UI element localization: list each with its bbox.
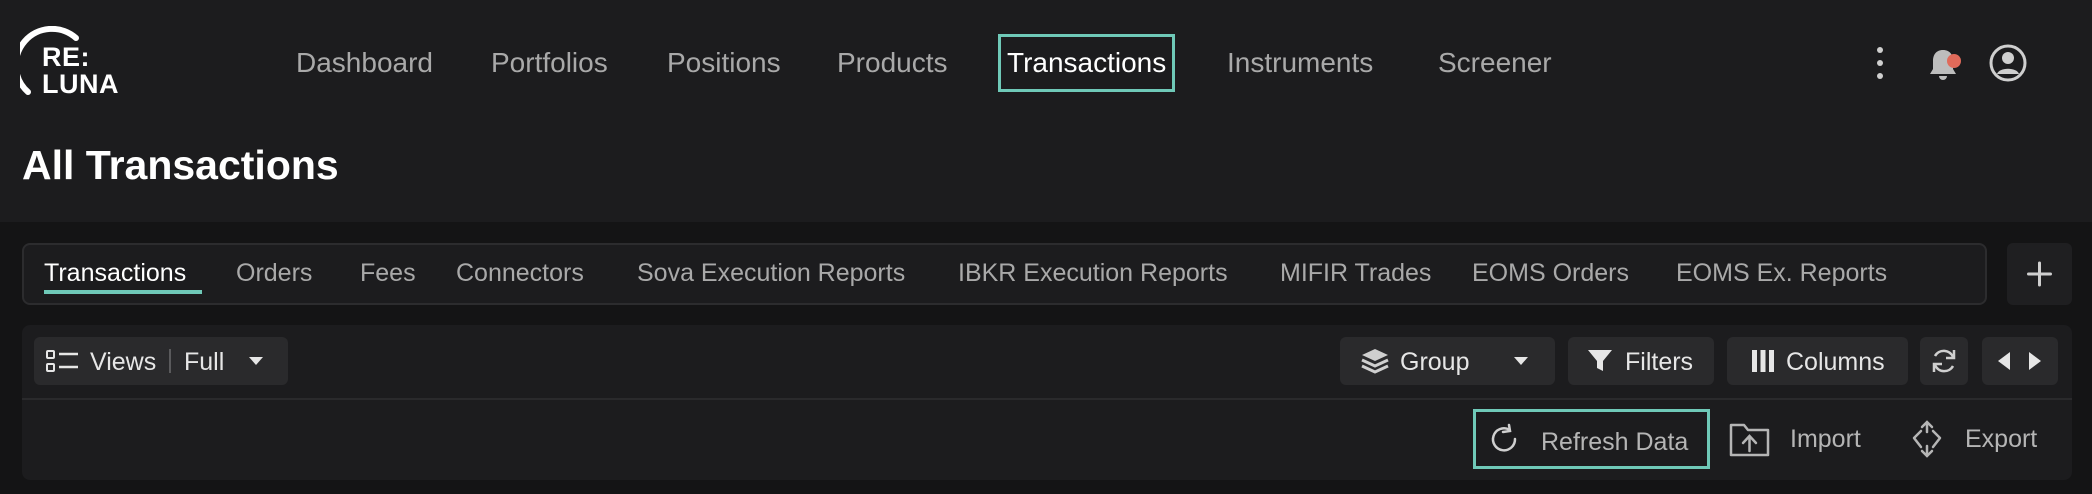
- views-value: Full: [184, 348, 225, 376]
- bell-icon[interactable]: [1925, 44, 1965, 84]
- columns-icon: [1752, 350, 1774, 372]
- refresh-data-button[interactable]: Refresh Data: [1473, 409, 1710, 469]
- sync-icon: [1932, 349, 1956, 373]
- subtab-bar: Transactions Orders Fees Connectors Sova…: [22, 243, 1987, 305]
- caret-right-icon[interactable]: [2028, 351, 2042, 371]
- refresh-icon: [1491, 423, 1517, 452]
- folder-upload-icon: [1729, 423, 1770, 457]
- more-vertical-icon[interactable]: [1870, 45, 1890, 81]
- subtab-connectors[interactable]: Connectors: [456, 259, 584, 288]
- views-separator: [169, 349, 171, 373]
- export-button[interactable]: Export: [1907, 409, 2047, 469]
- export-label: Export: [1965, 425, 2038, 453]
- nav-item-instruments[interactable]: Instruments: [1227, 34, 1373, 92]
- export-icon: [1912, 420, 1942, 458]
- logo-text: RE: LUNA: [42, 42, 119, 99]
- nav-item-dashboard[interactable]: Dashboard: [296, 34, 433, 92]
- filter-icon: [1588, 350, 1612, 371]
- nav-item-screener[interactable]: Screener: [1438, 34, 1552, 92]
- scroll-columns-control[interactable]: [1982, 337, 2058, 385]
- subtab-ibkr-execution-reports[interactable]: IBKR Execution Reports: [958, 259, 1228, 288]
- nav-item-transactions[interactable]: Transactions: [998, 34, 1176, 92]
- layers-icon: [1361, 349, 1389, 374]
- views-dropdown[interactable]: Views Full: [34, 337, 288, 385]
- plus-icon: [2027, 261, 2052, 287]
- subtab-sova-execution-reports[interactable]: Sova Execution Reports: [637, 259, 905, 288]
- subtab-fees[interactable]: Fees: [360, 259, 416, 288]
- chevron-down-icon: [1514, 357, 1528, 365]
- nav-item-portfolios[interactable]: Portfolios: [491, 34, 608, 92]
- filters-button[interactable]: Filters: [1568, 337, 1714, 385]
- refresh-data-label: Refresh Data: [1541, 428, 1689, 456]
- filters-label: Filters: [1625, 348, 1694, 376]
- relluna-logo[interactable]: RE: LUNA: [20, 26, 130, 102]
- views-label: Views: [90, 348, 157, 376]
- reload-button[interactable]: [1920, 337, 1968, 385]
- subtab-transactions[interactable]: Transactions: [44, 259, 186, 288]
- columns-button[interactable]: Columns: [1727, 337, 1908, 385]
- import-button[interactable]: Import: [1728, 409, 1880, 469]
- subtab-orders[interactable]: Orders: [236, 259, 312, 288]
- columns-label: Columns: [1786, 348, 1885, 376]
- nav-item-positions[interactable]: Positions: [667, 34, 781, 92]
- import-label: Import: [1790, 425, 1861, 453]
- chevron-down-icon: [249, 357, 263, 365]
- toolbar-divider: [22, 398, 2072, 400]
- subtab-eoms-ex-reports[interactable]: EOMS Ex. Reports: [1676, 259, 1887, 288]
- group-dropdown[interactable]: Group: [1340, 337, 1555, 385]
- user-icon[interactable]: [1988, 43, 2028, 83]
- list-icon: [46, 350, 78, 372]
- add-tab-button[interactable]: [2007, 243, 2072, 305]
- top-bar: RE: LUNA Dashboard Portfolios Positions …: [0, 0, 2092, 222]
- group-label: Group: [1400, 348, 1470, 376]
- subtab-mifir-trades[interactable]: MIFIR Trades: [1280, 259, 1431, 288]
- page-title: All Transactions: [22, 142, 339, 188]
- nav-item-products[interactable]: Products: [837, 34, 948, 92]
- active-subtab-indicator: [44, 290, 202, 294]
- caret-left-icon[interactable]: [1997, 351, 2011, 371]
- subtab-eoms-orders[interactable]: EOMS Orders: [1472, 259, 1629, 288]
